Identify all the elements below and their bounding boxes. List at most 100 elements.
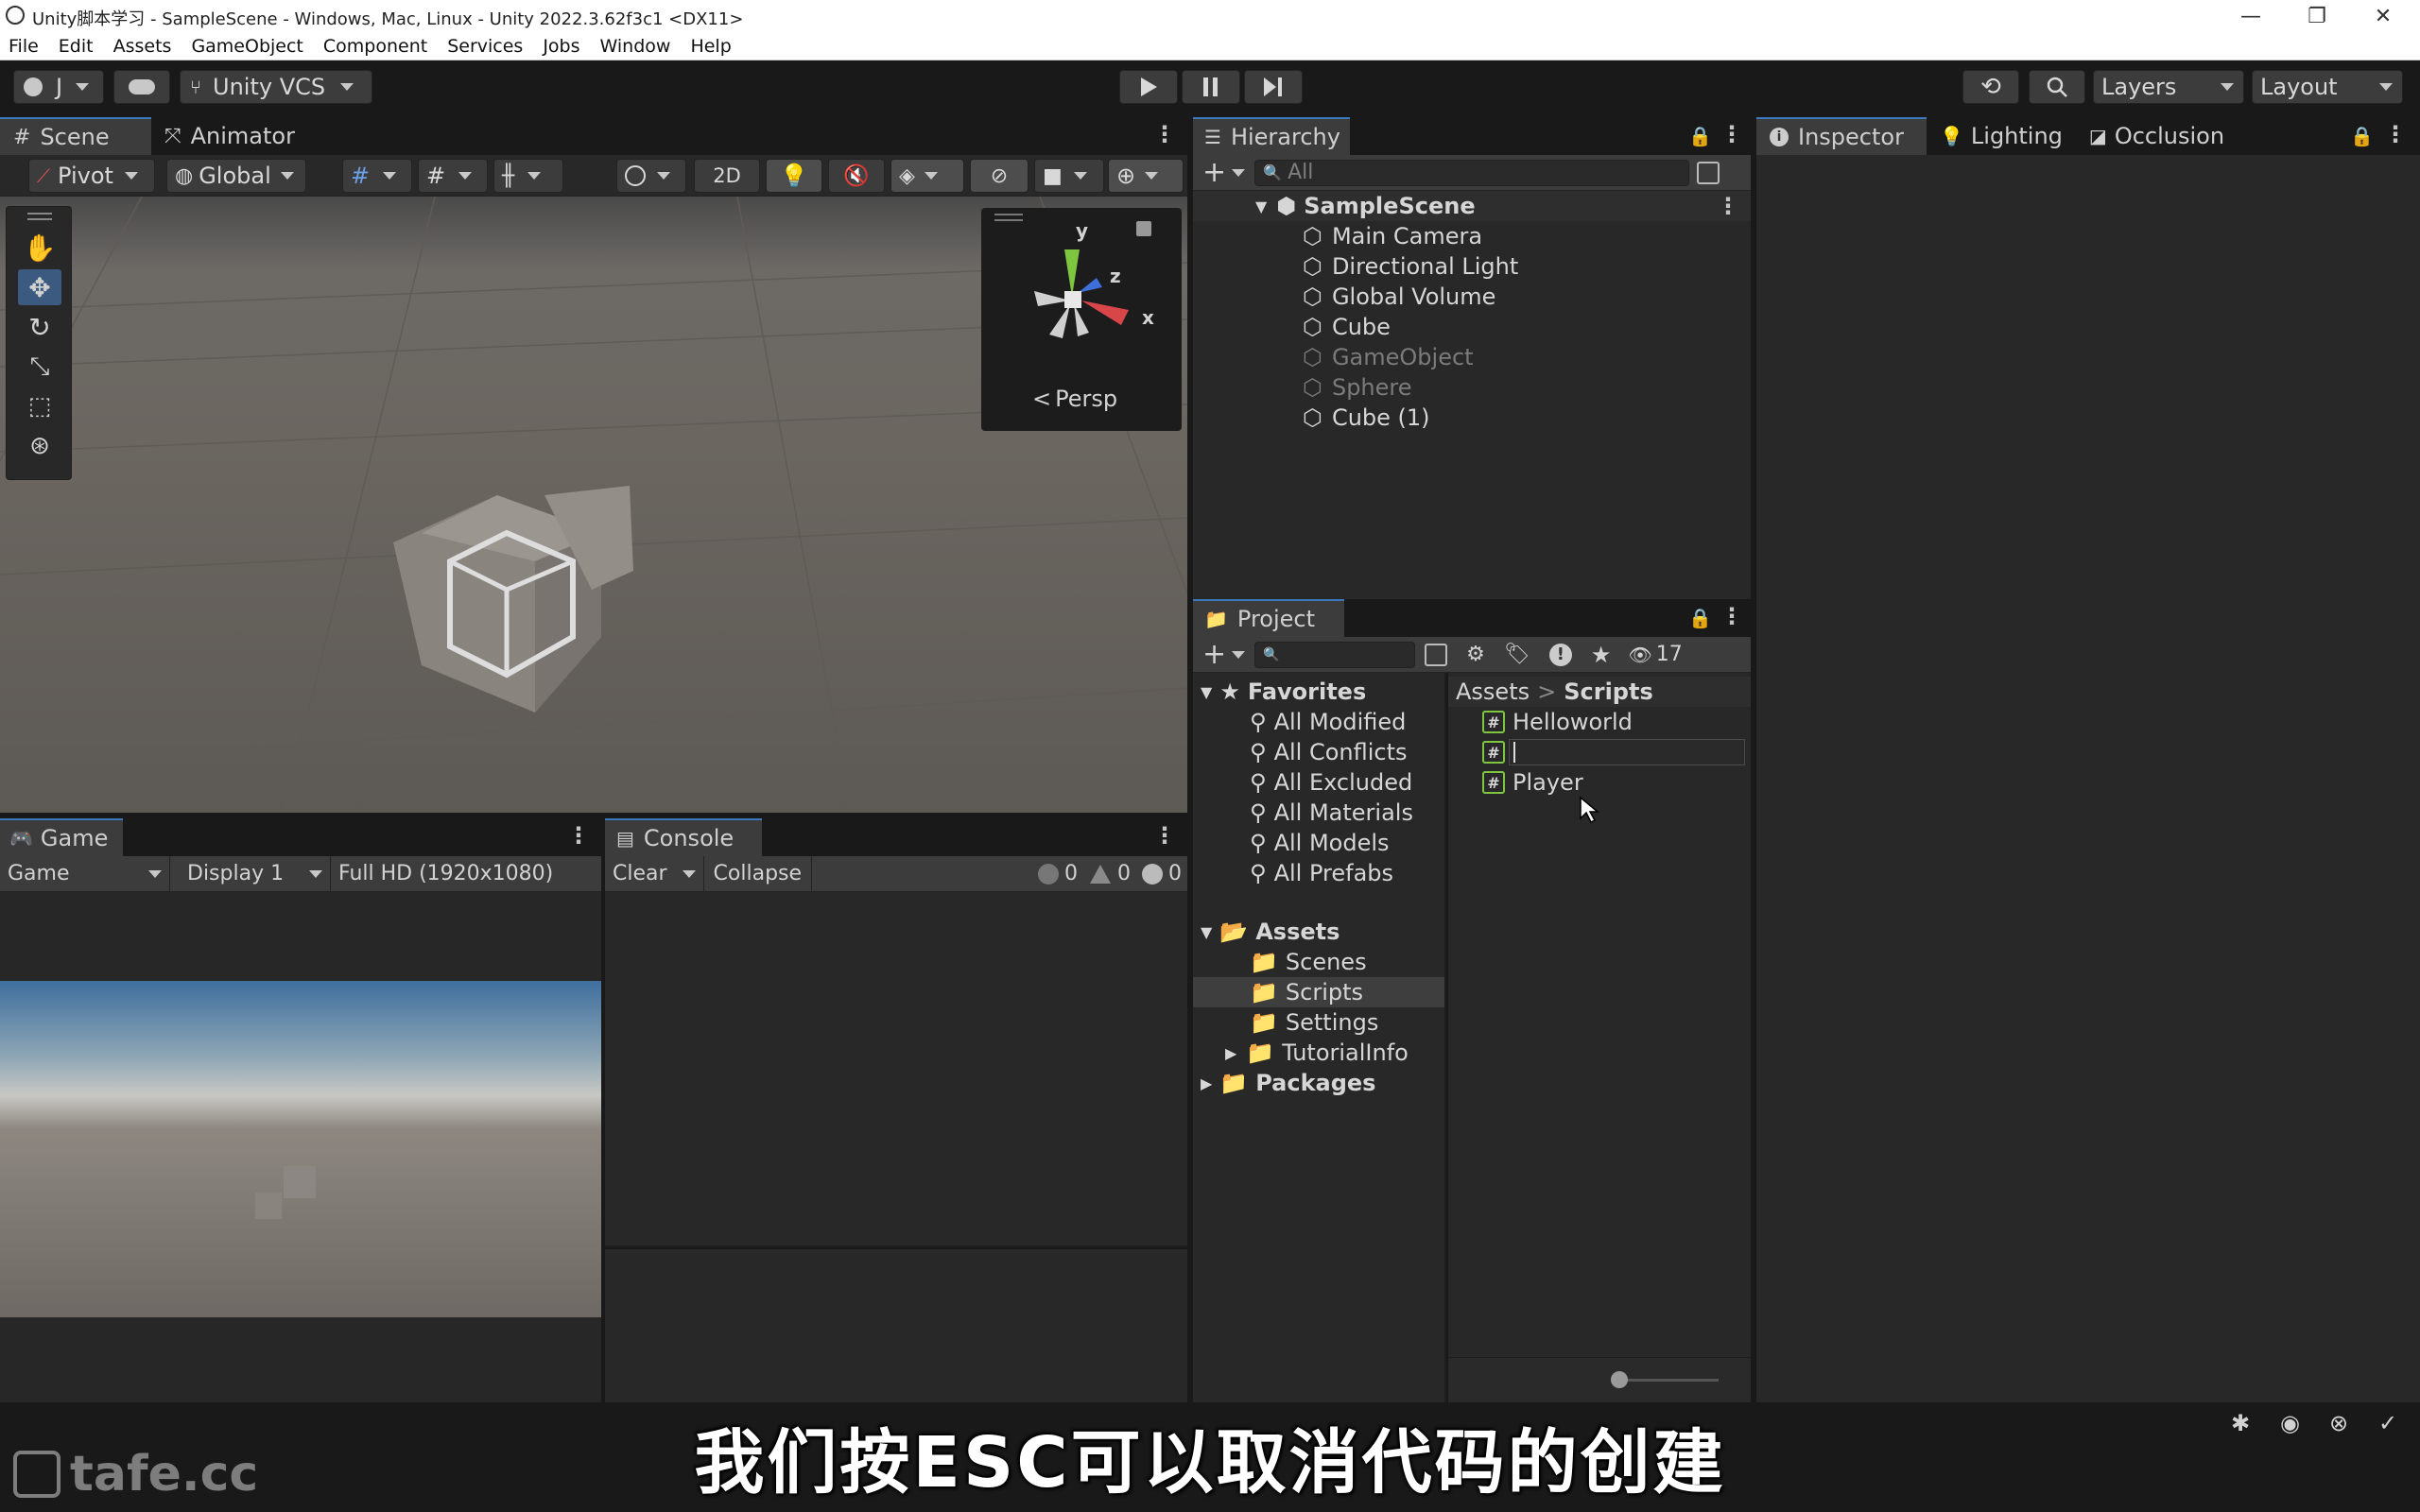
console-menu-button[interactable]: ⋮ <box>1153 822 1176 849</box>
tab-console[interactable]: ▤ Console <box>605 818 762 856</box>
hierarchy-item-sphere[interactable]: ⬡ Sphere <box>1193 372 1751 403</box>
hierarchy-search-input[interactable]: 🔍 All <box>1254 159 1690 186</box>
console-detail-area[interactable] <box>605 1249 1187 1402</box>
favorite-item-all-excluded[interactable]: ⚲ All Excluded <box>1193 767 1444 798</box>
favorite-item-all-conflicts[interactable]: ⚲ All Conflicts <box>1193 737 1444 767</box>
gizmos-dropdown[interactable]: ⊕ <box>1108 159 1184 193</box>
layers-dropdown[interactable]: Layers <box>2093 70 2244 104</box>
increment-snap-dropdown[interactable]: ╫ <box>493 159 563 193</box>
hierarchy-menu-button[interactable]: ⋮ <box>1720 121 1743 147</box>
tab-hierarchy[interactable]: ☰ Hierarchy <box>1193 117 1350 155</box>
favorites-header[interactable]: ▼ ★ Favorites <box>1193 677 1444 707</box>
expand-triangle-icon[interactable]: ▶ <box>1201 1074 1212 1092</box>
tab-animator[interactable]: ⤧ Animator <box>151 117 308 155</box>
tab-occlusion[interactable]: ◪ Occlusion <box>2076 117 2238 155</box>
favorite-item-all-materials[interactable]: ⚲ All Materials <box>1193 798 1444 828</box>
folder-scripts[interactable]: 📁 Scripts <box>1193 977 1444 1007</box>
inspector-menu-button[interactable]: ⋮ <box>2384 121 2407 147</box>
lighting-toggle[interactable]: 💡 <box>766 159 822 193</box>
game-mode-dropdown[interactable]: Game <box>0 855 170 892</box>
hierarchy-item-main-camera[interactable]: ⬡ Main Camera <box>1193 221 1751 251</box>
tab-game[interactable]: 🎮 Game <box>0 818 123 856</box>
folder-settings[interactable]: 📁 Settings <box>1193 1007 1444 1038</box>
audio-toggle[interactable]: 🔇 <box>828 159 885 193</box>
favorite-item-all-modified[interactable]: ⚲ All Modified <box>1193 707 1444 737</box>
scene-menu-button[interactable]: ⋮ <box>1153 121 1176 147</box>
resolution-dropdown[interactable]: Full HD (1920x1080) <box>331 856 553 892</box>
collapse-triangle-icon[interactable]: ▼ <box>1201 683 1212 701</box>
menu-jobs[interactable]: Jobs <box>543 36 579 57</box>
rect-tool[interactable]: ⬚ <box>18 388 61 424</box>
console-log-list[interactable] <box>605 892 1187 1247</box>
step-button[interactable] <box>1244 70 1303 104</box>
play-button[interactable] <box>1119 70 1178 104</box>
collapse-triangle-icon[interactable]: ▼ <box>1255 198 1267 215</box>
packages-folder[interactable]: ▶ 📁 Packages <box>1193 1068 1444 1098</box>
grid-visibility-dropdown[interactable]: # <box>418 159 488 193</box>
assets-folder[interactable]: ▼ 📂 Assets <box>1193 917 1444 947</box>
favorite-star-icon[interactable]: ★ <box>1591 642 1612 668</box>
project-search-input[interactable]: 🔍 <box>1254 641 1416 668</box>
expand-triangle-icon[interactable]: ▶ <box>1225 1044 1236 1062</box>
tab-project[interactable]: 📁 Project <box>1193 599 1344 637</box>
search-by-type-icon[interactable] <box>1697 161 1720 184</box>
scene-menu-button[interactable]: ⋮ <box>1717 193 1739 219</box>
error-filter-toggle[interactable]: 0 <box>1136 862 1187 885</box>
collapse-toggle[interactable]: Collapse <box>702 855 813 892</box>
breadcrumb-scripts[interactable]: Scripts <box>1564 679 1653 705</box>
global-dropdown[interactable]: ◍ Global <box>166 159 306 193</box>
collapse-triangle-icon[interactable]: ▼ <box>1201 923 1212 941</box>
layout-dropdown[interactable]: Layout <box>2252 70 2403 104</box>
hierarchy-item-cube[interactable]: ⬡ Cube <box>1193 312 1751 342</box>
clear-button[interactable]: Clear <box>605 856 675 892</box>
icon-size-slider-handle[interactable] <box>1611 1371 1628 1388</box>
warning-filter-toggle[interactable]: 0 <box>1083 862 1136 885</box>
project-menu-button[interactable]: ⋮ <box>1720 603 1743 629</box>
game-menu-button[interactable]: ⋮ <box>567 822 590 849</box>
menu-component[interactable]: Component <box>323 36 427 57</box>
effects-dropdown[interactable]: ◈ <box>890 159 964 193</box>
close-button[interactable]: ✕ <box>2350 0 2416 32</box>
filter-by-log-icon[interactable]: ! <box>1548 643 1572 666</box>
tab-lighting[interactable]: 💡 Lighting <box>1927 117 2076 155</box>
game-view-render[interactable] <box>0 981 601 1317</box>
unity-vcs-dropdown[interactable]: ⑂ Unity VCS <box>180 70 372 104</box>
scene-viewport[interactable]: ✋ ✥ ↻ ⤡ ⬚ ⊛ y z x < Persp <box>0 197 1187 813</box>
minimize-button[interactable]: — <box>2218 0 2284 32</box>
lock-icon[interactable]: 🔒 <box>1688 607 1712 629</box>
favorite-item-all-prefabs[interactable]: ⚲ All Prefabs <box>1193 858 1444 888</box>
hand-tool[interactable]: ✋ <box>18 230 61 266</box>
tab-scene[interactable]: # Scene <box>0 117 151 155</box>
drag-handle-icon[interactable] <box>27 213 52 220</box>
rotate-tool[interactable]: ↻ <box>18 309 61 345</box>
scene-row[interactable]: ▼ ⬢ SampleScene ⋮ <box>1193 191 1751 221</box>
scene-visibility-toggle[interactable]: ⊘ <box>970 159 1028 193</box>
create-asset-button[interactable]: + <box>1193 638 1254 671</box>
rename-input[interactable] <box>1509 739 1745 765</box>
pivot-dropdown[interactable]: ⟋ Pivot <box>28 159 155 193</box>
maximize-button[interactable]: ❐ <box>2284 0 2350 32</box>
script-file-helloworld[interactable]: # Helloworld <box>1448 707 1751 737</box>
search-by-type-icon[interactable] <box>1425 643 1448 666</box>
history-button[interactable]: ⟲ <box>1962 70 2019 104</box>
cube-object[interactable] <box>365 476 648 760</box>
move-tool[interactable]: ✥ <box>18 269 61 305</box>
display-dropdown[interactable]: Display 1 <box>170 855 331 892</box>
hidden-packages-eye-icon[interactable]: 👁 <box>1628 644 1651 666</box>
menu-file[interactable]: File <box>9 36 39 57</box>
scale-tool[interactable]: ⤡ <box>18 349 61 385</box>
folder-scenes[interactable]: 📁 Scenes <box>1193 947 1444 977</box>
orientation-gizmo[interactable]: y z x < Persp <box>981 208 1182 431</box>
breadcrumb-assets[interactable]: Assets <box>1456 679 1530 705</box>
filter-by-label-icon[interactable]: 🏷 <box>1504 643 1530 666</box>
tab-inspector[interactable]: i Inspector <box>1756 117 1927 155</box>
icon-size-track[interactable] <box>1615 1379 1719 1382</box>
menu-help[interactable]: Help <box>690 36 731 57</box>
menu-assets[interactable]: Assets <box>113 36 172 57</box>
2d-toggle[interactable]: 2D <box>694 159 760 193</box>
clear-options-chevron-icon[interactable] <box>682 869 696 878</box>
lock-icon[interactable]: 🔒 <box>1688 125 1712 147</box>
menu-edit[interactable]: Edit <box>59 36 94 57</box>
hierarchy-item-global-volume[interactable]: ⬡ Global Volume <box>1193 282 1751 312</box>
script-file-new[interactable]: # <box>1448 737 1751 767</box>
